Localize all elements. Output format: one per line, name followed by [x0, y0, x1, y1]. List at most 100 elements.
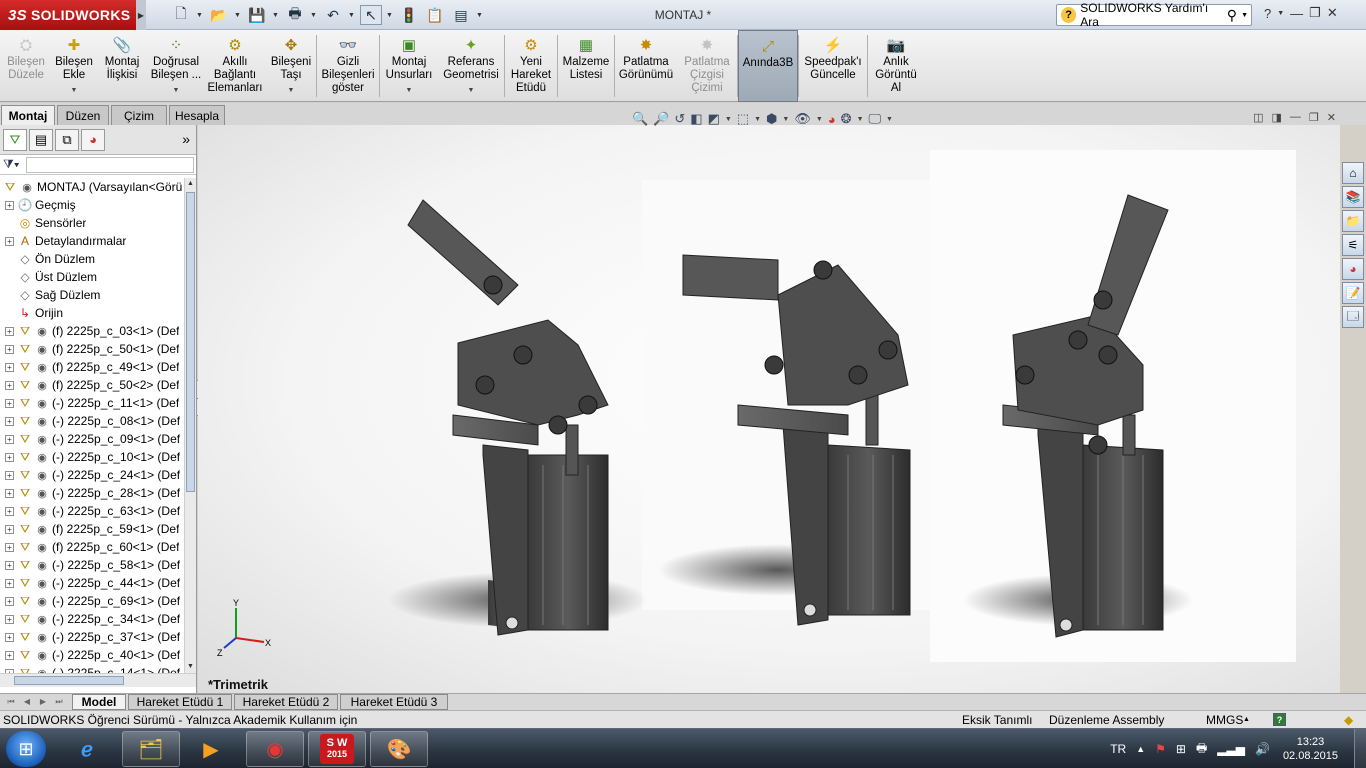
- insert-component-dropdown[interactable]: ▼: [71, 84, 78, 97]
- next-tab-icon[interactable]: ▶: [36, 695, 50, 709]
- design-library-icon[interactable]: 📚: [1342, 186, 1364, 208]
- tree-component[interactable]: + ⛛ ◉ (-) 2225p_c_10<1> (Def: [0, 448, 184, 466]
- undo-icon[interactable]: ↶: [322, 5, 344, 25]
- close-icon[interactable]: ✕: [1327, 5, 1338, 21]
- model-view[interactable]: [198, 125, 1340, 693]
- smart-fasteners-button[interactable]: ⚙ Akıllı Bağlantı Elemanları: [204, 30, 266, 102]
- tab-motion-study-2[interactable]: Hareket Etüdü 2: [234, 694, 338, 710]
- insert-component-button[interactable]: ✚ Bileşen Ekle ▼: [52, 30, 96, 102]
- save-dropdown[interactable]: ▼: [272, 12, 280, 19]
- expand-toggle-icon[interactable]: +: [5, 326, 14, 336]
- configuration-manager-tab-icon[interactable]: ⧉: [55, 128, 79, 151]
- tree-item[interactable]: ◎ Sensörler: [0, 214, 184, 232]
- viewport-close-icon[interactable]: ✕: [1327, 111, 1336, 124]
- units-dropdown-icon[interactable]: ▲: [1243, 716, 1250, 723]
- property-manager-tab-icon[interactable]: ▤: [29, 128, 53, 151]
- tree-component[interactable]: + ⛛ ◉ (-) 2225p_c_63<1> (Def: [0, 502, 184, 520]
- previous-view-icon[interactable]: ↺: [674, 111, 685, 127]
- expand-toggle-icon[interactable]: +: [5, 578, 14, 588]
- reference-geometry-button[interactable]: ✦ Referans Geometrisi ▼: [438, 30, 504, 102]
- viewport-minimize-icon[interactable]: —: [1290, 111, 1301, 124]
- expand-toggle-icon[interactable]: +: [5, 470, 14, 480]
- solidworks-menu-button[interactable]: 3S SOLIDWORKS: [0, 0, 136, 30]
- tree-component[interactable]: + ⛛ ◉ (-) 2225p_c_08<1> (Def: [0, 412, 184, 430]
- tab-motion-study-3[interactable]: Hareket Etüdü 3: [340, 694, 448, 710]
- expand-toggle-icon[interactable]: +: [5, 398, 14, 408]
- file-explorer-icon[interactable]: 📁: [1342, 210, 1364, 232]
- view-settings-dropdown[interactable]: ▼: [886, 116, 893, 123]
- instant3d-button[interactable]: ⤢ Anında3B: [738, 30, 798, 102]
- tree-component[interactable]: + ⛛ ◉ (-) 2225p_c_28<1> (Def: [0, 484, 184, 502]
- tree-item[interactable]: ◇ Sağ Düzlem: [0, 286, 184, 304]
- tab-duzen[interactable]: Düzen: [57, 105, 109, 125]
- display-style-icon[interactable]: ⬢: [766, 111, 777, 127]
- search-icon[interactable]: ⚲: [1227, 7, 1237, 24]
- show-hidden-components-button[interactable]: 👓 Gizli Bileşenleri göster: [317, 30, 379, 102]
- tree-component[interactable]: + ⛛ ◉ (-) 2225p_c_11<1> (Def: [0, 394, 184, 412]
- exploded-view-button[interactable]: ✸ Patlatma Görünümü: [615, 30, 677, 102]
- internet-explorer-icon[interactable]: ℯ: [58, 731, 116, 767]
- hide-show-items-icon[interactable]: 👁: [794, 111, 811, 127]
- search-dropdown[interactable]: ▼: [1241, 12, 1248, 19]
- tree-component[interactable]: + ⛛ ◉ (-) 2225p_c_24<1> (Def: [0, 466, 184, 484]
- filter-input[interactable]: [25, 156, 194, 173]
- linear-pattern-dropdown[interactable]: ▼: [173, 84, 180, 97]
- zoom-to-area-icon[interactable]: 🔎: [653, 111, 669, 127]
- expand-toggle-icon[interactable]: +: [5, 650, 14, 660]
- view-palette-icon[interactable]: ⚟: [1342, 234, 1364, 256]
- assembly-features-button[interactable]: ▣ Montaj Unsurları ▼: [380, 30, 438, 102]
- explode-line-sketch-button[interactable]: ✸ Patlatma Çizgisi Çizimi: [677, 30, 737, 102]
- expand-toggle-icon[interactable]: +: [5, 452, 14, 462]
- dynamic-annotation-icon[interactable]: ◩: [708, 111, 720, 127]
- help-status-icon[interactable]: ?: [1273, 713, 1286, 726]
- display-style-dropdown[interactable]: ▼: [782, 116, 789, 123]
- mate-button[interactable]: 📎 Montaj İlişkisi: [96, 30, 148, 102]
- solidworks-resources-icon[interactable]: 🗔: [1342, 306, 1364, 328]
- first-tab-icon[interactable]: ⏮: [4, 695, 18, 709]
- undo-dropdown[interactable]: ▼: [348, 12, 356, 19]
- expand-toggle-icon[interactable]: +: [5, 596, 14, 606]
- expand-toggle-icon[interactable]: +: [5, 614, 14, 624]
- select-dropdown[interactable]: ▼: [386, 12, 394, 19]
- tab-cizim[interactable]: Çizim: [111, 105, 167, 125]
- new-dropdown[interactable]: ▼: [196, 12, 204, 19]
- tree-component[interactable]: +⛛◉(-) 2225p_c_14<1> (Def: [0, 664, 184, 673]
- tree-component[interactable]: + ⛛ ◉ (f) 2225p_c_59<1> (Def: [0, 520, 184, 538]
- tree-component[interactable]: + ⛛ ◉ (f) 2225p_c_03<1> (Def: [0, 322, 184, 340]
- explorer-icon[interactable]: 🗂: [122, 731, 180, 767]
- assembly-features-dropdown[interactable]: ▼: [406, 84, 413, 97]
- prev-tab-icon[interactable]: ◀: [20, 695, 34, 709]
- feature-manager-tab-icon[interactable]: ⛛: [3, 128, 27, 151]
- tree-component[interactable]: + ⛛ ◉ (-) 2225p_c_40<1> (Def: [0, 646, 184, 664]
- move-component-button[interactable]: ✥ Bileşeni Taşı ▼: [266, 30, 316, 102]
- rebuild-status-icon[interactable]: ◆: [1344, 713, 1353, 727]
- show-desktop-button[interactable]: [1354, 729, 1366, 768]
- expand-toggle-icon[interactable]: +: [5, 362, 14, 372]
- clock[interactable]: 13:23 02.08.2015: [1283, 735, 1338, 763]
- tree-component[interactable]: + ⛛ ◉ (f) 2225p_c_50<2> (Def: [0, 376, 184, 394]
- display-manager-tab-icon[interactable]: ◕: [81, 128, 105, 151]
- toggle-clamp-1[interactable]: [388, 199, 648, 636]
- file-properties-icon[interactable]: 📋: [424, 5, 446, 25]
- expand-toggle-icon[interactable]: +: [5, 200, 14, 210]
- expand-toggle-icon[interactable]: +: [5, 416, 14, 426]
- network-signal-icon[interactable]: ▂▃▅: [1217, 742, 1245, 756]
- expand-toggle-icon[interactable]: +: [5, 632, 14, 642]
- tree-root[interactable]: ⛛ ◉ MONTAJ (Varsayılan<Görü: [0, 178, 184, 196]
- move-component-dropdown[interactable]: ▼: [288, 84, 295, 97]
- print-dropdown[interactable]: ▼: [310, 12, 318, 19]
- expand-toggle-icon[interactable]: +: [5, 524, 14, 534]
- expand-toggle-icon[interactable]: +: [5, 434, 14, 444]
- last-tab-icon[interactable]: ⏭: [52, 695, 66, 709]
- unit-system[interactable]: MMGS: [1206, 713, 1243, 727]
- tree-component[interactable]: + ⛛ ◉ (-) 2225p_c_34<1> (Def: [0, 610, 184, 628]
- tree-component[interactable]: + ⛛ ◉ (f) 2225p_c_50<1> (Def: [0, 340, 184, 358]
- view-orientation-icon[interactable]: ⬚: [737, 111, 749, 127]
- viewport-restore-icon[interactable]: ❐: [1309, 111, 1319, 124]
- expand-toggle-icon[interactable]: +: [5, 506, 14, 516]
- options-dropdown[interactable]: ▼: [476, 12, 484, 19]
- tree-item[interactable]: ↳ Orijin: [0, 304, 184, 322]
- tree-component[interactable]: + ⛛ ◉ (f) 2225p_c_49<1> (Def: [0, 358, 184, 376]
- paint-icon[interactable]: 🎨: [370, 731, 428, 767]
- expand-toggle-icon[interactable]: +: [5, 542, 14, 552]
